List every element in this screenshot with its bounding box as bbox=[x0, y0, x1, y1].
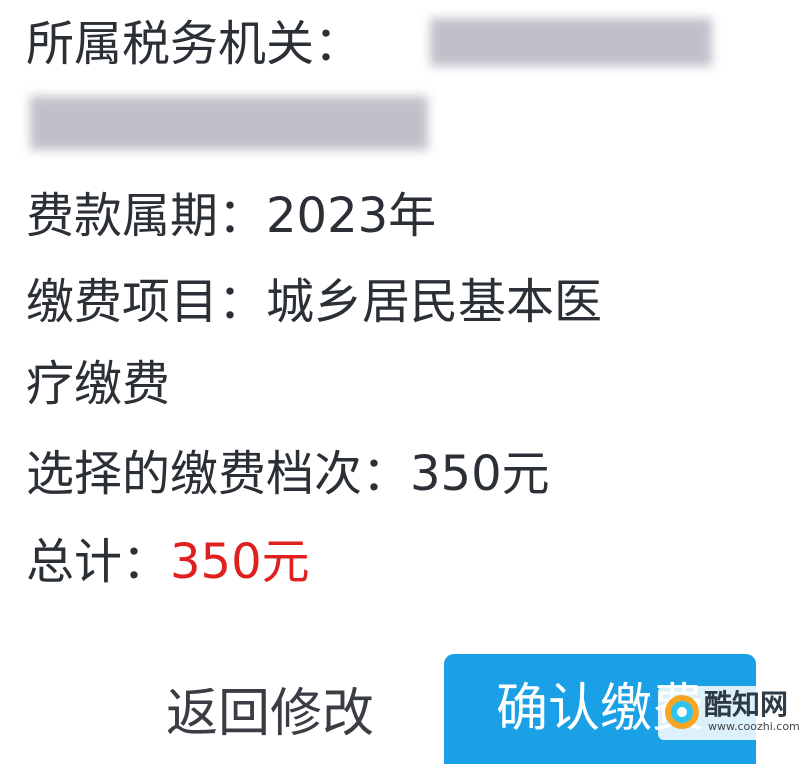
payment-item-row: 缴费项目：城乡居民基本医 bbox=[26, 272, 602, 332]
payment-item-row-cont: 疗缴费 bbox=[26, 354, 170, 414]
tier-row: 选择的缴费档次：350元 bbox=[26, 444, 550, 504]
total-value: 350元 bbox=[170, 534, 310, 590]
total-label: 总计： bbox=[26, 534, 171, 590]
watermark: 酷知网 www.coozhi.com bbox=[658, 686, 800, 740]
tier-value: 350元 bbox=[410, 446, 550, 502]
watermark-logo-icon bbox=[665, 695, 699, 729]
fee-period-value: 2023年 bbox=[266, 188, 437, 244]
watermark-url: www.coozhi.com bbox=[708, 720, 800, 733]
watermark-text: 酷知网 bbox=[704, 688, 789, 721]
back-edit-button[interactable]: 返回修改 bbox=[140, 664, 400, 764]
total-row: 总计：350元 bbox=[26, 532, 310, 592]
payment-item-value: 城乡居民基本医 bbox=[266, 274, 603, 330]
payment-item-value-cont: 疗缴费 bbox=[26, 356, 171, 412]
tax-office-value-redacted bbox=[430, 18, 712, 66]
tier-label: 选择的缴费档次： bbox=[26, 446, 411, 502]
tax-office-row: 所属税务机关： bbox=[26, 14, 362, 74]
tax-office-label: 所属税务机关： bbox=[26, 16, 363, 72]
fee-period-label: 费款属期： bbox=[26, 188, 267, 244]
fee-period-row: 费款属期：2023年 bbox=[26, 186, 436, 246]
tax-office-value-redacted-line2 bbox=[30, 96, 428, 150]
payment-item-label: 缴费项目： bbox=[26, 274, 267, 330]
